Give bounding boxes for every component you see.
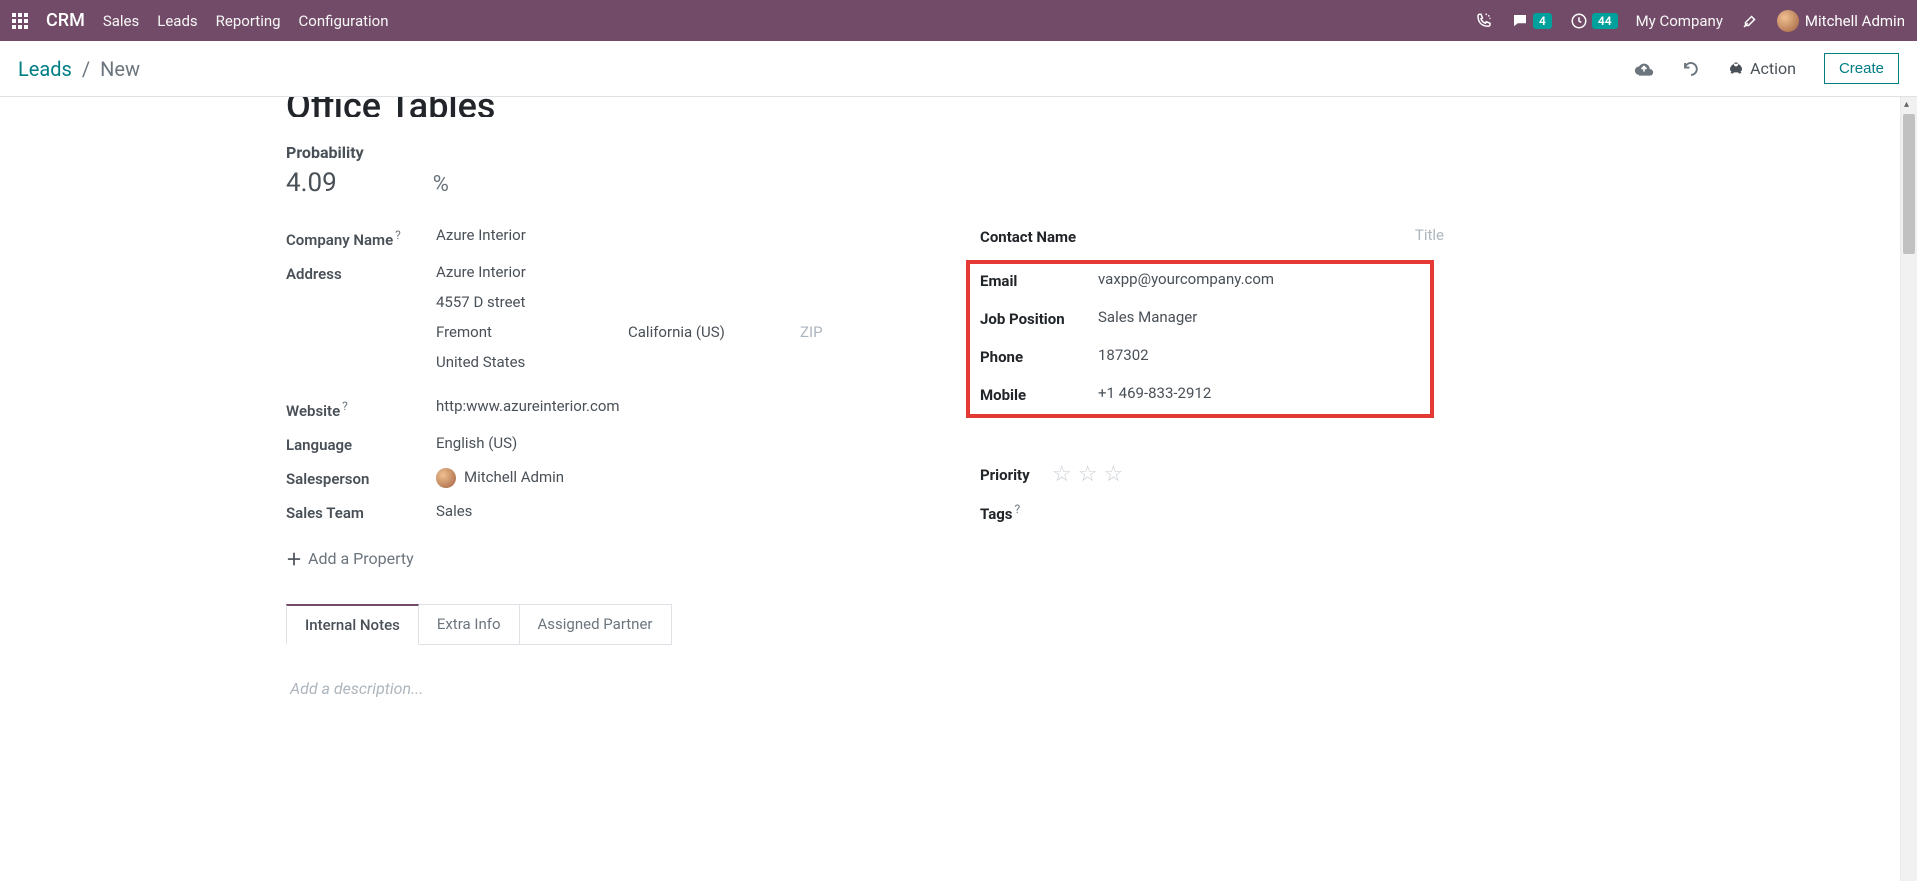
plus-icon: ＋ (286, 546, 302, 570)
mobile-field[interactable]: +1 469-833-2912 (1098, 384, 1420, 402)
messages-badge: 4 (1533, 13, 1552, 29)
star-1[interactable]: ☆ (1052, 464, 1072, 486)
left-column: Company Name? Azure Interior Address Azu… (286, 226, 920, 570)
address-label: Address (286, 263, 436, 283)
tools-icon[interactable] (1741, 12, 1759, 30)
job-position-label: Job Position (980, 308, 1098, 328)
save-cloud-icon[interactable] (1634, 59, 1654, 79)
probability-label: Probability (286, 143, 1614, 162)
topbar: CRM Sales Leads Reporting Configuration … (0, 0, 1917, 41)
topbar-right: 4 44 My Company Mitchell Admin (1475, 10, 1905, 32)
address-country[interactable]: United States (436, 353, 920, 371)
star-2[interactable]: ☆ (1078, 464, 1098, 486)
address-field[interactable]: Azure Interior 4557 D street Fremont Cal… (436, 263, 920, 383)
probability-value[interactable]: 4.09 (286, 168, 337, 198)
activities-badge: 44 (1592, 13, 1618, 29)
sales-team-label: Sales Team (286, 502, 436, 522)
title-field[interactable]: Title (1415, 226, 1444, 244)
phone-icon[interactable] (1475, 12, 1493, 30)
mobile-label: Mobile (980, 384, 1098, 404)
salesperson-field[interactable]: Mitchell Admin (436, 468, 920, 488)
nav-configuration[interactable]: Configuration (299, 12, 389, 30)
apps-icon[interactable] (12, 13, 28, 29)
user-menu[interactable]: Mitchell Admin (1777, 10, 1905, 32)
tab-extra-info[interactable]: Extra Info (419, 604, 520, 645)
help-icon[interactable]: ? (1015, 502, 1021, 516)
salesperson-label: Salesperson (286, 468, 436, 488)
nav-sales[interactable]: Sales (103, 12, 139, 30)
action-label: Action (1750, 59, 1796, 78)
tabs: Internal Notes Extra Info Assigned Partn… (286, 604, 1614, 645)
address-street2[interactable]: 4557 D street (436, 293, 920, 311)
sales-team-field[interactable]: Sales (436, 502, 920, 520)
scroll-thumb[interactable] (1903, 114, 1915, 254)
address-city[interactable]: Fremont (436, 323, 628, 341)
priority-label: Priority (980, 464, 1052, 484)
breadcrumb-sep: / (82, 57, 90, 81)
scroll-up-icon[interactable]: ▴ (1904, 99, 1909, 110)
website-label: Website? (286, 397, 436, 420)
help-icon[interactable]: ? (395, 228, 401, 242)
address-zip[interactable]: ZIP (800, 323, 823, 341)
right-column: Contact Name Title Email vaxpp@yourcompa… (980, 226, 1614, 570)
user-avatar (1777, 10, 1799, 32)
user-name: Mitchell Admin (1805, 12, 1905, 30)
contact-name-label: Contact Name (980, 226, 1130, 246)
highlight-box: Email vaxpp@yourcompany.com Job Position… (966, 260, 1434, 418)
description-field[interactable]: Add a description... (286, 679, 1614, 698)
discard-icon[interactable] (1682, 60, 1700, 78)
add-property-button[interactable]: ＋ Add a Property (286, 546, 920, 570)
breadcrumb-bar: Leads / New Action Create (0, 41, 1917, 97)
tags-label: Tags? (980, 500, 1052, 523)
breadcrumb-actions: Action Create (1634, 53, 1899, 84)
scrollbar[interactable]: ▴ (1900, 97, 1917, 881)
website-field[interactable]: http:www.azureinterior.com (436, 397, 920, 415)
language-field[interactable]: English (US) (436, 434, 920, 452)
star-3[interactable]: ☆ (1103, 464, 1123, 486)
form-content: Office Tables Probability 4.09 % Company… (0, 97, 1900, 881)
breadcrumb: Leads / New (18, 57, 140, 81)
address-state[interactable]: California (US) (628, 323, 800, 341)
activities-icon[interactable]: 44 (1570, 12, 1618, 30)
nav-leads[interactable]: Leads (157, 12, 197, 30)
company-switcher[interactable]: My Company (1636, 12, 1723, 30)
tab-internal-notes[interactable]: Internal Notes (286, 604, 419, 645)
lead-title[interactable]: Office Tables (286, 97, 1614, 117)
action-menu[interactable]: Action (1728, 59, 1796, 78)
priority-stars[interactable]: ☆ ☆ ☆ (1052, 464, 1123, 486)
topbar-left: CRM Sales Leads Reporting Configuration (12, 10, 389, 31)
language-label: Language (286, 434, 436, 454)
messages-icon[interactable]: 4 (1511, 12, 1552, 30)
company-name-label: Company Name? (286, 226, 436, 249)
create-button[interactable]: Create (1824, 53, 1899, 84)
address-street[interactable]: Azure Interior (436, 263, 920, 281)
job-position-field[interactable]: Sales Manager (1098, 308, 1420, 326)
help-icon[interactable]: ? (342, 399, 348, 413)
app-brand[interactable]: CRM (46, 10, 85, 31)
breadcrumb-parent[interactable]: Leads (18, 57, 72, 81)
percent-sign: % (433, 172, 449, 197)
tab-assigned-partner[interactable]: Assigned Partner (520, 604, 672, 645)
phone-field[interactable]: 187302 (1098, 346, 1420, 364)
nav-reporting[interactable]: Reporting (216, 12, 281, 30)
email-label: Email (980, 270, 1098, 290)
company-name-field[interactable]: Azure Interior (436, 226, 920, 244)
email-field[interactable]: vaxpp@yourcompany.com (1098, 270, 1420, 288)
salesperson-avatar (436, 468, 456, 488)
phone-label: Phone (980, 346, 1098, 366)
breadcrumb-current: New (100, 57, 140, 81)
